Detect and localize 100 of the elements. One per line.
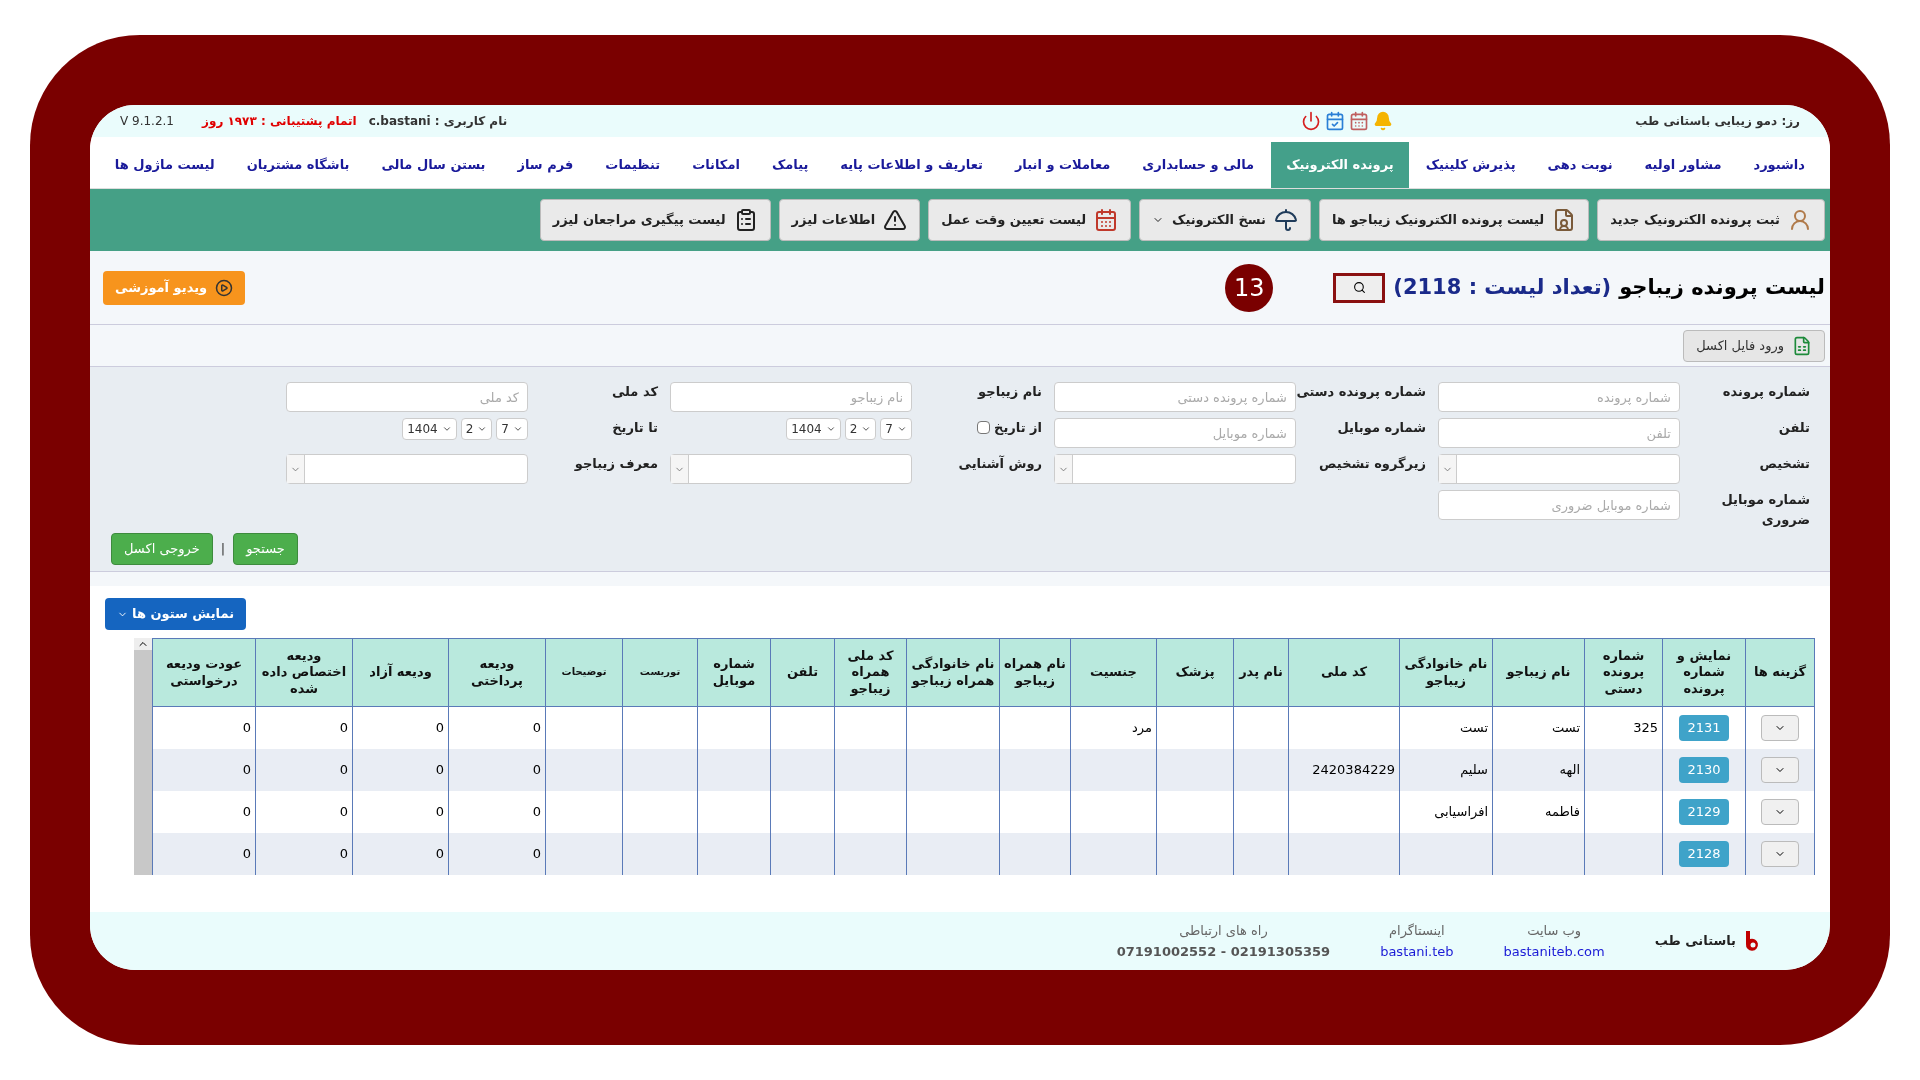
contact-link[interactable]: bastani.teb <box>1380 942 1454 962</box>
column-header: پزشک <box>1156 638 1234 707</box>
input-field[interactable]: شماره موبایل ضروری <box>1438 490 1680 520</box>
table-cell: 0 <box>339 761 348 777</box>
nav-tab[interactable]: مالی و حسابداری <box>1127 142 1270 188</box>
select-field[interactable] <box>1054 454 1296 484</box>
table-cell: 0 <box>339 803 348 819</box>
field-label: تا تاریخ <box>612 419 658 437</box>
power-icon[interactable] <box>1301 111 1322 131</box>
count-badge: 13 <box>1225 263 1274 312</box>
table-cell: 0 <box>242 720 251 735</box>
column-header: نام زیباجو <box>1492 638 1585 707</box>
select-field[interactable] <box>670 454 912 484</box>
table-cell: 0 <box>532 720 541 735</box>
field-label: تلفن <box>1778 419 1810 437</box>
nav-tab[interactable]: نوبت دهی <box>1532 142 1628 188</box>
calendar-icon[interactable] <box>1349 111 1370 131</box>
table-cell: تست <box>1460 720 1488 735</box>
table-cell: الهه <box>1559 761 1580 777</box>
caret-icon <box>513 424 523 434</box>
select-field[interactable] <box>286 454 528 484</box>
excel-import-button[interactable]: ورود فایل اکسل <box>1683 329 1825 362</box>
table-cell: 0 <box>435 761 444 777</box>
date-select[interactable]: 2 <box>844 418 877 440</box>
caret-icon <box>441 424 452 434</box>
column-header: شماره موبایل <box>697 638 771 707</box>
date-select[interactable]: 7 <box>496 418 528 440</box>
field-label: زیرگروه تشخیص <box>1319 455 1426 473</box>
search-icon <box>1352 281 1366 294</box>
table-cell: 0 <box>242 845 251 861</box>
toolbar-button[interactable]: لیست تعیین وقت عمل <box>928 199 1132 241</box>
separator: | <box>220 540 226 559</box>
nav-tab[interactable]: داشبورد <box>1738 142 1820 188</box>
logo-icon <box>1744 930 1760 952</box>
column-header: ودیعه آزاد <box>352 638 449 707</box>
spreadsheet-icon <box>1792 335 1812 356</box>
caret-icon <box>897 424 907 434</box>
field-label: روش آشنایی <box>958 454 1042 473</box>
contact-link[interactable]: bastaniteb.com <box>1503 942 1605 962</box>
date-select[interactable]: 7 <box>880 418 912 440</box>
field-label: شماره موبایل <box>1337 419 1426 437</box>
table-cell: 0 <box>532 761 541 777</box>
nav-tab[interactable]: بستن سال مالی <box>366 142 501 188</box>
caret-icon <box>861 424 872 434</box>
toolbar-button[interactable]: لیست پیگیری مراجعان لیزر <box>539 199 771 241</box>
field-label: نام زیباجو <box>978 383 1042 402</box>
date-select[interactable]: 2 <box>460 418 493 440</box>
contact-label: اینستاگرام <box>1389 921 1445 940</box>
input-field[interactable]: شماره پرونده دستی <box>1054 382 1296 412</box>
contact-label: وب سایت <box>1527 921 1582 940</box>
table-cell: 0 <box>435 845 444 861</box>
checkbox[interactable] <box>977 421 991 435</box>
toolbar-button[interactable]: لیست پرونده الکترونیک زیباجو ها <box>1319 199 1590 241</box>
person-icon <box>1788 208 1812 232</box>
input-field[interactable]: شماره موبایل <box>1054 418 1296 448</box>
input-field[interactable]: نام زیباجو <box>670 382 912 412</box>
column-header: نام خانوادگی همراه زیباجو <box>906 638 1000 707</box>
caret-icon <box>825 424 836 434</box>
column-header: ودیعه اختصاص داده شده <box>255 638 353 707</box>
search-button[interactable] <box>1333 272 1386 303</box>
bell-icon[interactable] <box>1373 111 1394 131</box>
version-text: V 9.1.2.1 <box>120 113 174 130</box>
table-cell: سلیم <box>1460 761 1488 777</box>
nav-tab[interactable]: امکانات <box>677 142 755 188</box>
nav-tab[interactable]: معاملات و انبار <box>999 142 1126 188</box>
column-header: گزینه ها <box>1745 638 1815 707</box>
show-columns-button[interactable]: نمایش ستون ها <box>105 598 247 630</box>
nav-tab[interactable]: پذیرش کلینیک <box>1410 142 1531 188</box>
date-select[interactable]: 1404 <box>786 418 841 440</box>
column-header: نام خانوادگی زیباجو <box>1399 638 1493 707</box>
table-cell: مرد <box>1132 720 1152 735</box>
input-field[interactable]: تلفن <box>1438 418 1680 448</box>
nav-tab[interactable]: فرم ساز <box>502 142 589 188</box>
table-cell: تست <box>1552 720 1580 735</box>
field-label: کد ملی <box>611 383 658 401</box>
field-label: شماره پرونده <box>1722 383 1810 401</box>
row-menu-button[interactable] <box>1761 756 1799 783</box>
nav-tab[interactable]: باشگاه مشتریان <box>231 142 365 188</box>
nav-tab[interactable]: پیامک <box>756 142 824 188</box>
nav-tab[interactable]: تنظیمات <box>590 142 676 188</box>
date-select[interactable]: 1404 <box>402 418 457 440</box>
table-cell: 0 <box>339 720 348 735</box>
table-cell: 2420384229 <box>1312 761 1395 777</box>
row-menu-button[interactable] <box>1761 714 1799 741</box>
toolbar-button[interactable]: ثبت پرونده الکترونیک جدید <box>1597 199 1825 241</box>
field-label: شماره موبایل ضروری <box>1720 491 1810 529</box>
toolbar-button[interactable]: نسخ الکترونیک <box>1139 199 1311 241</box>
toolbar-button[interactable]: اطلاعات لیزر <box>778 199 921 241</box>
nav-tab[interactable]: مشاور اولیه <box>1629 142 1737 188</box>
field-label: معرف زیباجو <box>574 455 658 473</box>
row-menu-button[interactable] <box>1761 840 1799 867</box>
select-field[interactable] <box>1438 454 1680 484</box>
nav-tab[interactable]: تعاریف و اطلاعات پایه <box>825 142 998 188</box>
input-field[interactable]: کد ملی <box>286 382 528 412</box>
table-cell: 0 <box>242 803 251 819</box>
input-field[interactable]: شماره پرونده <box>1438 382 1680 412</box>
row-menu-button[interactable] <box>1761 798 1799 825</box>
calendar-check-icon[interactable] <box>1325 111 1346 131</box>
support-days: اتمام پشتیبانی : ۱۹۷۳ روز <box>202 112 357 130</box>
nav-tab[interactable]: لیست ماژول ها <box>99 142 230 188</box>
